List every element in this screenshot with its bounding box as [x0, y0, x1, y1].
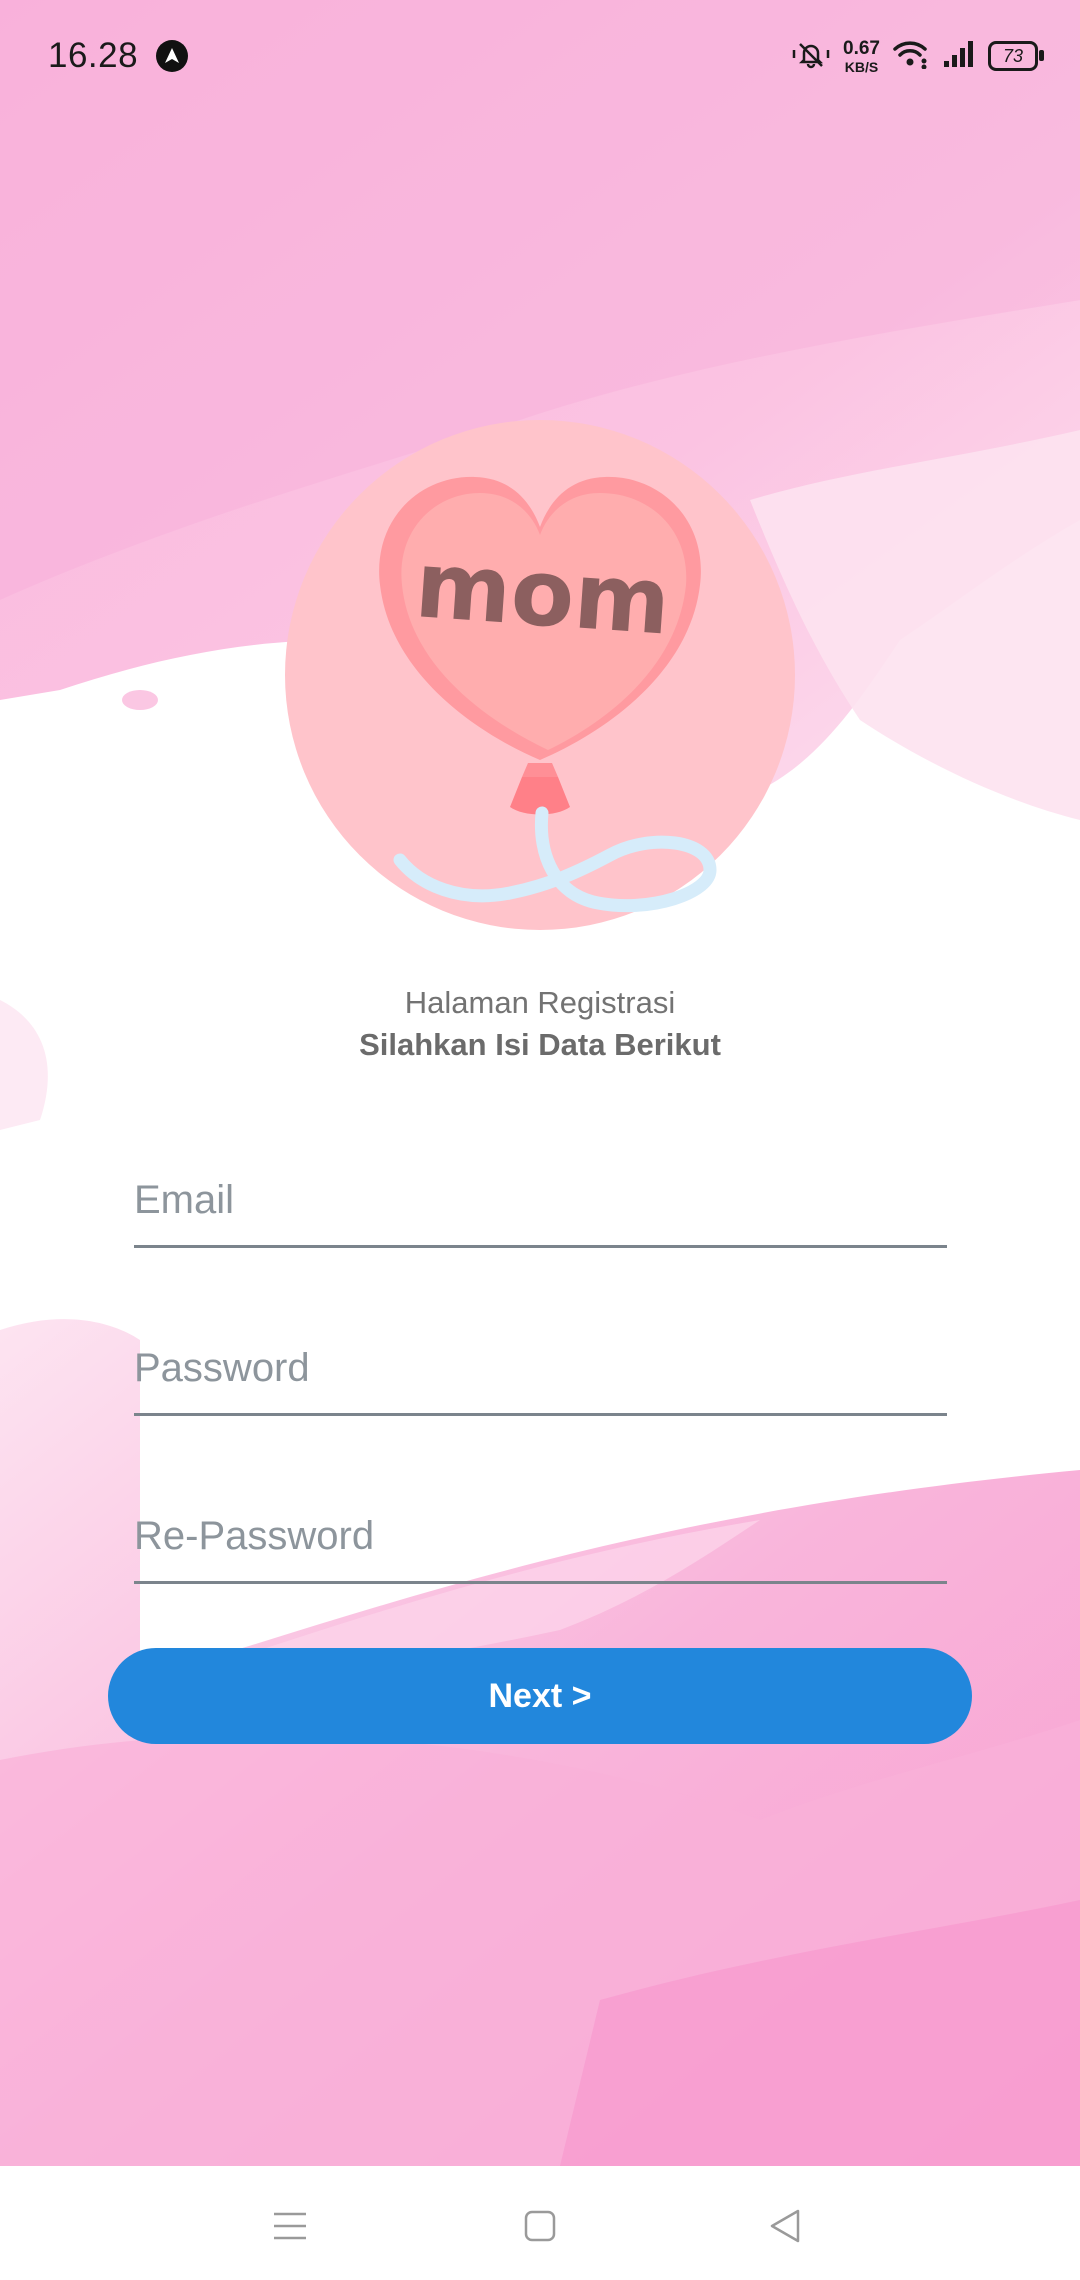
email-field-container	[134, 1155, 947, 1248]
signal-icon	[942, 39, 976, 74]
status-icons: 0.67 KB/S 73	[791, 30, 1044, 82]
mom-balloon-logo: mom	[280, 415, 800, 935]
page-subtitle: Halaman Registrasi	[404, 985, 676, 1020]
email-field[interactable]	[134, 1155, 947, 1245]
menu-icon[interactable]	[260, 2196, 320, 2256]
logo-text: mom	[412, 531, 674, 656]
network-speed-value: 0.67	[843, 37, 880, 59]
status-time: 16.28	[48, 36, 139, 75]
navigation-app-icon	[156, 40, 188, 72]
next-button[interactable]: Next >	[108, 1648, 972, 1744]
status-bar: 16.28 0.67 KB/S 73	[0, 0, 1080, 115]
navigation-bar	[0, 2166, 1080, 2280]
repassword-field-container	[134, 1491, 947, 1584]
back-icon[interactable]	[755, 2196, 815, 2256]
password-field[interactable]	[134, 1323, 947, 1413]
home-icon[interactable]	[510, 2196, 570, 2256]
network-speed-unit: KB/S	[844, 58, 879, 75]
password-field-container	[134, 1323, 947, 1416]
watercolor-background	[0, 0, 1080, 2166]
repassword-field[interactable]	[134, 1491, 947, 1581]
page-title: Silahkan Isi Data Berikut	[359, 1027, 721, 1062]
wifi-icon	[892, 39, 930, 74]
mute-vibrate-icon	[791, 38, 831, 75]
network-speed: 0.67 KB/S	[843, 39, 880, 74]
battery-icon: 73	[988, 41, 1044, 71]
